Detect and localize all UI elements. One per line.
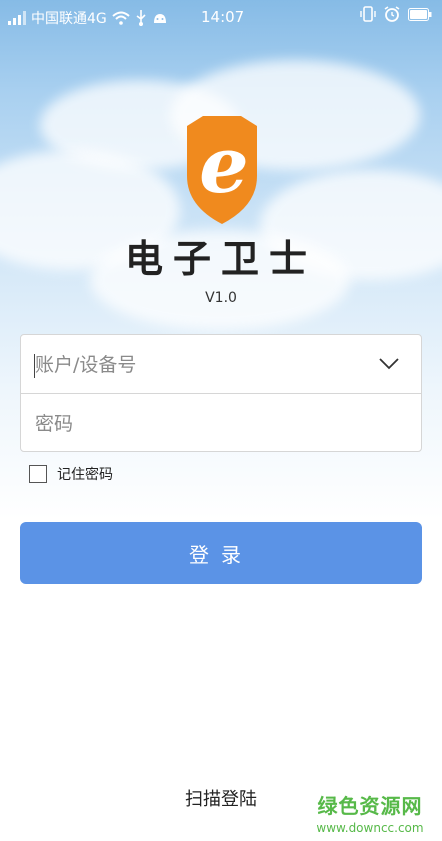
account-input[interactable]: [35, 351, 375, 379]
account-row: [21, 335, 421, 394]
clock: 14:07: [201, 8, 245, 26]
carrier-label: 中国联通4G: [31, 11, 107, 27]
chevron-down-icon[interactable]: [379, 357, 399, 371]
status-bar: 中国联通4G 14:07: [0, 0, 442, 34]
password-row: [21, 394, 421, 453]
android-icon: [153, 14, 166, 23]
remember-label: 记住密码: [57, 467, 113, 483]
login-button[interactable]: 登录: [20, 522, 422, 584]
password-input[interactable]: [35, 410, 375, 438]
battery-icon: [408, 7, 432, 21]
remember-password[interactable]: 记住密码: [29, 464, 113, 484]
remember-checkbox[interactable]: [29, 465, 47, 483]
watermark-title: 绿色资源网: [317, 794, 423, 818]
wifi-icon: [112, 11, 130, 25]
signal-icon: [8, 11, 26, 25]
usb-icon: [136, 10, 146, 26]
watermark: 绿色资源网 www.downcc.com: [305, 790, 435, 835]
watermark-url: www.downcc.com: [316, 821, 424, 835]
alarm-icon: [384, 6, 400, 22]
app-version: V1.0: [205, 290, 237, 306]
app-logo: e: [187, 116, 257, 224]
svg-text:e: e: [199, 120, 249, 211]
vibrate-icon: [360, 6, 376, 22]
login-form: [20, 334, 422, 452]
app-name: 电子卫士: [124, 237, 317, 281]
